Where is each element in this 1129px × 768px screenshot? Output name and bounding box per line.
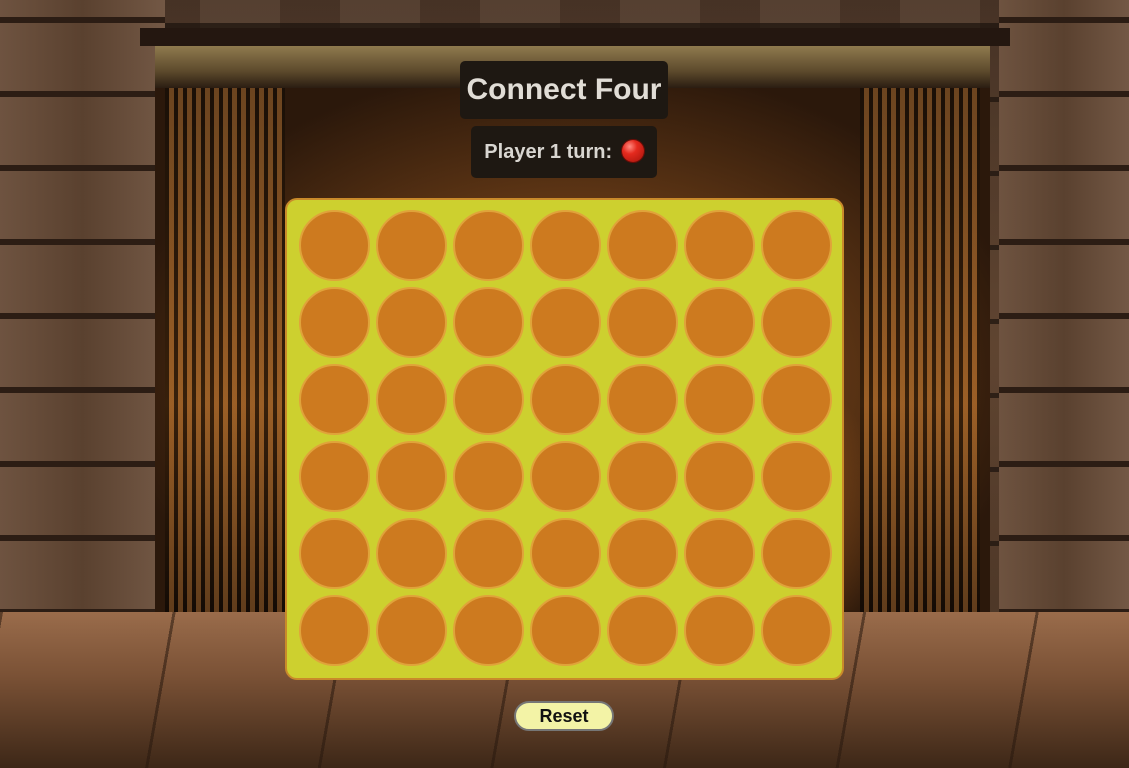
- board-slot-r3-c2[interactable]: [376, 364, 447, 435]
- board-slot-r3-c5[interactable]: [607, 364, 678, 435]
- board-slot-r2-c3[interactable]: [453, 287, 524, 358]
- board-slot-r3-c1[interactable]: [299, 364, 370, 435]
- mantel: [140, 28, 1010, 46]
- board-slot-r1-c3[interactable]: [453, 210, 524, 281]
- board-slot-r6-c6[interactable]: [684, 595, 755, 666]
- board-slot-r1-c7[interactable]: [761, 210, 832, 281]
- board-slot-r4-c1[interactable]: [299, 441, 370, 512]
- board-slot-r5-c5[interactable]: [607, 518, 678, 589]
- game-title: Connect Four: [460, 61, 668, 119]
- reset-button[interactable]: Reset: [514, 701, 614, 731]
- game-board: [285, 198, 844, 680]
- board-slot-r4-c2[interactable]: [376, 441, 447, 512]
- board-slot-r4-c5[interactable]: [607, 441, 678, 512]
- board-slot-r3-c6[interactable]: [684, 364, 755, 435]
- board-slot-r1-c2[interactable]: [376, 210, 447, 281]
- board-slot-r5-c4[interactable]: [530, 518, 601, 589]
- board-slot-r1-c5[interactable]: [607, 210, 678, 281]
- board-slot-r1-c6[interactable]: [684, 210, 755, 281]
- board-slot-r6-c5[interactable]: [607, 595, 678, 666]
- fireplace-screen-right: [860, 88, 980, 615]
- board-slot-r4-c3[interactable]: [453, 441, 524, 512]
- board-slot-r4-c4[interactable]: [530, 441, 601, 512]
- board-slot-r5-c1[interactable]: [299, 518, 370, 589]
- board-slot-r2-c6[interactable]: [684, 287, 755, 358]
- brick-column-left: [0, 0, 165, 615]
- board-slot-r6-c3[interactable]: [453, 595, 524, 666]
- board-slot-r6-c4[interactable]: [530, 595, 601, 666]
- board-slot-r3-c4[interactable]: [530, 364, 601, 435]
- board-slot-r6-c7[interactable]: [761, 595, 832, 666]
- board-slot-r2-c2[interactable]: [376, 287, 447, 358]
- board-slot-r6-c1[interactable]: [299, 595, 370, 666]
- board-slot-r4-c6[interactable]: [684, 441, 755, 512]
- board-slot-r5-c3[interactable]: [453, 518, 524, 589]
- board-slot-r6-c2[interactable]: [376, 595, 447, 666]
- fireplace-screen-left: [165, 88, 285, 615]
- board-slot-r2-c5[interactable]: [607, 287, 678, 358]
- turn-status-label: Player 1 turn:: [484, 141, 613, 163]
- board-slot-r1-c4[interactable]: [530, 210, 601, 281]
- board-slot-r2-c1[interactable]: [299, 287, 370, 358]
- board-slot-r2-c7[interactable]: [761, 287, 832, 358]
- brick-column-right: [999, 0, 1129, 615]
- board-slot-r2-c4[interactable]: [530, 287, 601, 358]
- board-slot-r3-c3[interactable]: [453, 364, 524, 435]
- board-slot-r5-c7[interactable]: [761, 518, 832, 589]
- board-slot-r1-c1[interactable]: [299, 210, 370, 281]
- board-slot-r5-c6[interactable]: [684, 518, 755, 589]
- turn-status: Player 1 turn:: [471, 126, 657, 178]
- board-slot-r5-c2[interactable]: [376, 518, 447, 589]
- board-slot-r3-c7[interactable]: [761, 364, 832, 435]
- board-slot-r4-c7[interactable]: [761, 441, 832, 512]
- red-token-icon: [621, 140, 644, 162]
